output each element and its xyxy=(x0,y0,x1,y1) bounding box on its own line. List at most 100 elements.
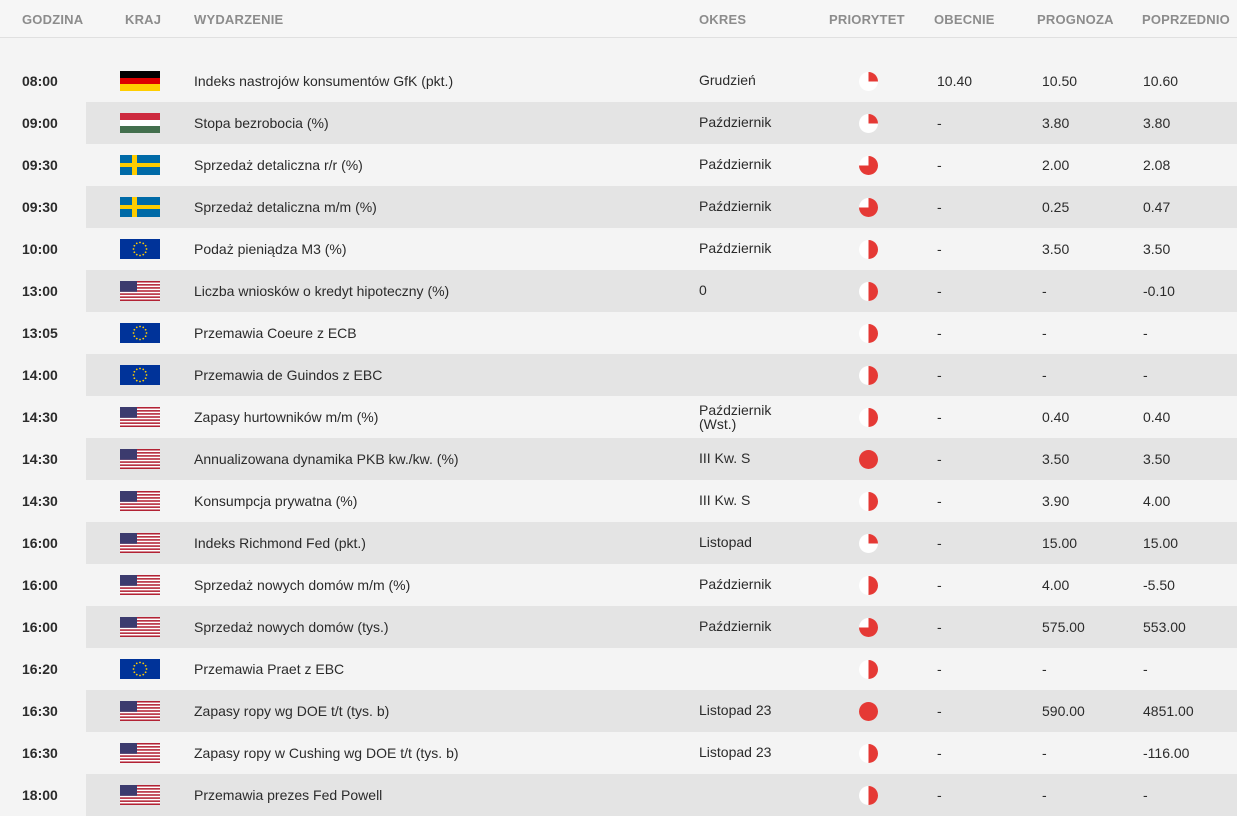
priority-low-icon xyxy=(859,114,878,133)
time-cell: 14:30 xyxy=(0,396,86,438)
forecast-value: - xyxy=(1042,787,1047,803)
event-name[interactable]: Liczba wniosków o kredyt hipoteczny (%) xyxy=(194,283,449,299)
header-priority[interactable]: PRIORYTET xyxy=(829,12,905,27)
time-cell: 09:30 xyxy=(0,186,86,228)
event-time: 08:00 xyxy=(22,73,58,89)
event-name[interactable]: Zapasy hurtowników m/m (%) xyxy=(194,409,378,425)
time-cell: 08:00 xyxy=(0,60,86,102)
table-row[interactable]: 13:00 Liczba wniosków o kredyt hipoteczny… xyxy=(0,270,1237,312)
forecast-value: 15.00 xyxy=(1042,535,1078,551)
event-name[interactable]: Przemawia Praet z EBC xyxy=(194,661,344,677)
table-row[interactable]: 18:00 Przemawia prezes Fed Powell - - - xyxy=(0,774,1237,816)
flag-hu-icon xyxy=(120,113,160,133)
forecast-value: - xyxy=(1042,745,1047,761)
period-line: Październik xyxy=(699,240,772,256)
event-name[interactable]: Przemawia prezes Fed Powell xyxy=(194,787,382,803)
actual-value: - xyxy=(937,619,942,635)
event-name[interactable]: Zapasy ropy w Cushing wg DOE t/t (tys. b… xyxy=(194,745,459,761)
header-period[interactable]: OKRES xyxy=(699,12,746,27)
events-table-body: 08:00 Indeks nastrojów konsumentów GfK (p… xyxy=(0,60,1237,816)
table-row[interactable]: 09:00 Stopa bezrobocia (%) Październik - 3.8… xyxy=(0,102,1237,144)
actual-value: - xyxy=(937,493,942,509)
period-line: Październik xyxy=(699,198,772,214)
table-row[interactable]: 14:30 Zapasy hurtowników m/m (%) Październ… xyxy=(0,396,1237,438)
table-row[interactable]: 16:00 Indeks Richmond Fed (pkt.) Listopad -… xyxy=(0,522,1237,564)
header-previous[interactable]: POPRZEDNIO xyxy=(1142,12,1230,27)
event-time: 13:05 xyxy=(22,325,58,341)
table-row[interactable]: 16:20 Przemawia Praet z EBC - - - xyxy=(0,648,1237,690)
header-country[interactable]: KRAJ xyxy=(125,12,161,27)
event-name[interactable]: Stopa bezrobocia (%) xyxy=(194,115,329,131)
priority-medium-icon xyxy=(859,492,878,511)
priority-medium-icon xyxy=(859,744,878,763)
event-name[interactable]: Indeks nastrojów konsumentów GfK (pkt.) xyxy=(194,73,453,89)
forecast-value: 3.50 xyxy=(1042,241,1070,257)
event-name[interactable]: Zapasy ropy wg DOE t/t (tys. b) xyxy=(194,703,389,719)
priority-low-icon xyxy=(859,534,878,553)
actual-value: - xyxy=(937,283,942,299)
previous-value: 3.50 xyxy=(1143,241,1171,257)
period-line: 0 xyxy=(699,282,707,298)
event-time: 09:30 xyxy=(22,157,58,173)
event-name[interactable]: Podaż pieniądza M3 (%) xyxy=(194,241,347,257)
table-row[interactable]: 16:00 Sprzedaż nowych domów m/m (%) Paździ… xyxy=(0,564,1237,606)
event-name[interactable]: Sprzedaż nowych domów (tys.) xyxy=(194,619,389,635)
event-period: Październik xyxy=(699,115,771,129)
time-cell: 13:00 xyxy=(0,270,86,312)
time-cell: 14:00 xyxy=(0,354,86,396)
previous-value: 15.00 xyxy=(1143,535,1179,551)
event-name[interactable]: Annualizowana dynamika PKB kw./kw. (%) xyxy=(194,451,459,467)
forecast-value: 2.00 xyxy=(1042,157,1070,173)
event-time: 16:20 xyxy=(22,661,58,677)
table-row[interactable]: 10:00 Podaż pieniądza M3 (%) Październik - 3… xyxy=(0,228,1237,270)
flag-se-icon xyxy=(120,155,160,175)
period-line: Listopad xyxy=(699,534,752,550)
actual-value: - xyxy=(937,199,942,215)
actual-value: - xyxy=(937,409,942,425)
table-header: GODZINA KRAJ WYDARZENIE OKRES PRIORYTET … xyxy=(0,0,1237,38)
previous-value: -116.00 xyxy=(1143,745,1190,761)
header-actual[interactable]: OBECNIE xyxy=(934,12,995,27)
table-row[interactable]: 16:30 Zapasy ropy wg DOE t/t (tys. b) List… xyxy=(0,690,1237,732)
time-cell: 09:00 xyxy=(0,102,86,144)
event-period: Listopad 23 xyxy=(699,703,771,717)
previous-value: - xyxy=(1143,367,1148,383)
actual-value: 10.40 xyxy=(937,73,973,89)
event-time: 18:00 xyxy=(22,787,58,803)
event-name[interactable]: Konsumpcja prywatna (%) xyxy=(194,493,357,509)
event-period: III Kw. S xyxy=(699,493,750,507)
header-forecast[interactable]: PROGNOZA xyxy=(1037,12,1114,27)
table-row[interactable]: 09:30 Sprzedaż detaliczna m/m (%) Paździer… xyxy=(0,186,1237,228)
time-cell: 10:00 xyxy=(0,228,86,270)
flag-us-icon xyxy=(120,281,160,301)
time-cell: 13:05 xyxy=(0,312,86,354)
time-cell: 16:00 xyxy=(0,606,86,648)
forecast-value: - xyxy=(1042,325,1047,341)
previous-value: - xyxy=(1143,325,1148,341)
event-name[interactable]: Przemawia de Guindos z EBC xyxy=(194,367,382,383)
header-time[interactable]: GODZINA xyxy=(22,12,83,27)
table-row[interactable]: 09:30 Sprzedaż detaliczna r/r (%) Paździer… xyxy=(0,144,1237,186)
table-row[interactable]: 14:30 Annualizowana dynamika PKB kw./kw. … xyxy=(0,438,1237,480)
table-row[interactable]: 16:30 Zapasy ropy w Cushing wg DOE t/t (t… xyxy=(0,732,1237,774)
table-row[interactable]: 08:00 Indeks nastrojów konsumentów GfK (p… xyxy=(0,60,1237,102)
table-row[interactable]: 14:00 Przemawia de Guindos z EBC - - - xyxy=(0,354,1237,396)
previous-value: 4.00 xyxy=(1143,493,1171,509)
flag-us-icon xyxy=(120,407,160,427)
time-cell: 16:00 xyxy=(0,522,86,564)
table-row[interactable]: 14:30 Konsumpcja prywatna (%) III Kw. S - 3.… xyxy=(0,480,1237,522)
event-period: Październik xyxy=(699,619,771,633)
event-name[interactable]: Sprzedaż detaliczna m/m (%) xyxy=(194,199,377,215)
table-row[interactable]: 13:05 Przemawia Coeure z ECB - - - xyxy=(0,312,1237,354)
event-name[interactable]: Przemawia Coeure z ECB xyxy=(194,325,357,341)
event-name[interactable]: Sprzedaż detaliczna r/r (%) xyxy=(194,157,363,173)
period-line: Grudzień xyxy=(699,72,756,88)
forecast-value: 3.90 xyxy=(1042,493,1070,509)
table-row[interactable]: 16:00 Sprzedaż nowych domów (tys.) Paździe… xyxy=(0,606,1237,648)
actual-value: - xyxy=(937,577,942,593)
event-name[interactable]: Indeks Richmond Fed (pkt.) xyxy=(194,535,366,551)
header-event[interactable]: WYDARZENIE xyxy=(194,12,283,27)
actual-value: - xyxy=(937,535,942,551)
event-name[interactable]: Sprzedaż nowych domów m/m (%) xyxy=(194,577,410,593)
period-line: Październik xyxy=(699,114,772,130)
